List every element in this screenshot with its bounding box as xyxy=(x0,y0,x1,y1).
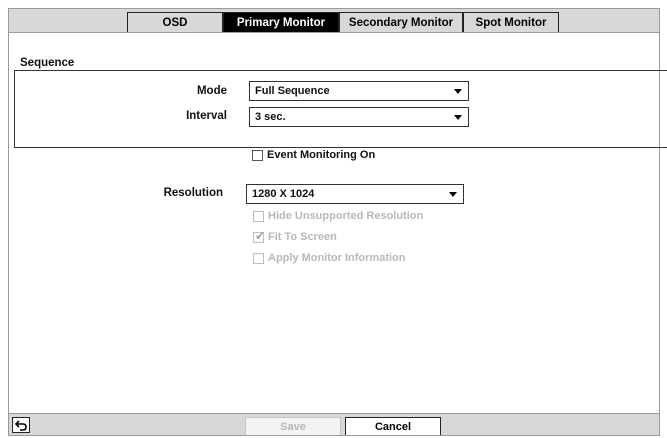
mode-select[interactable]: Full Sequence xyxy=(249,81,469,101)
chevron-down-icon xyxy=(454,115,462,120)
fit-to-screen-label: Fit To Screen xyxy=(268,231,337,243)
mode-select-value: Full Sequence xyxy=(255,85,330,97)
event-monitoring-checkbox[interactable] xyxy=(252,149,263,161)
mode-label: Mode xyxy=(196,85,227,97)
fit-to-screen-row[interactable]: ✔ Fit To Screen xyxy=(253,228,337,243)
interval-select[interactable]: 3 sec. xyxy=(249,107,469,127)
settings-window: OSD Primary Monitor Secondary Monitor Sp… xyxy=(8,8,667,436)
apply-monitor-information-row[interactable]: Apply Monitor Information xyxy=(253,252,405,264)
tab-primary-monitor[interactable]: Primary Monitor xyxy=(223,12,339,32)
checkmark-icon: ✔ xyxy=(255,228,266,243)
apply-monitor-information-label: Apply Monitor Information xyxy=(268,252,406,264)
apply-monitor-information-checkbox[interactable] xyxy=(253,252,264,264)
event-monitoring-label: Event Monitoring On xyxy=(267,149,376,161)
sequence-section-title: Sequence xyxy=(20,57,75,69)
cancel-button[interactable]: Cancel xyxy=(345,417,441,435)
event-monitoring-checkbox-row[interactable]: Event Monitoring On xyxy=(252,149,375,161)
hide-unsupported-resolution-row[interactable]: Hide Unsupported Resolution xyxy=(253,210,423,222)
tab-secondary-monitor[interactable]: Secondary Monitor xyxy=(339,12,463,32)
tab-spot-monitor[interactable]: Spot Monitor xyxy=(463,12,559,32)
resolution-select-value: 1280 X 1024 xyxy=(252,188,315,200)
interval-label: Interval xyxy=(186,110,227,122)
chevron-down-icon xyxy=(449,192,457,197)
back-button[interactable] xyxy=(12,417,30,433)
footer-bar: Save Cancel xyxy=(9,413,659,435)
fit-to-screen-checkbox[interactable]: ✔ xyxy=(253,228,266,243)
save-button[interactable]: Save xyxy=(245,417,341,435)
hide-unsupported-resolution-label: Hide Unsupported Resolution xyxy=(268,210,424,222)
resolution-label: Resolution xyxy=(163,187,223,199)
resolution-select[interactable]: 1280 X 1024 xyxy=(246,184,464,204)
interval-select-value: 3 sec. xyxy=(255,111,286,123)
tab-osd[interactable]: OSD xyxy=(127,12,223,32)
chevron-down-icon xyxy=(454,89,462,94)
tab-bar: OSD Primary Monitor Secondary Monitor Sp… xyxy=(9,9,659,33)
hide-unsupported-resolution-checkbox[interactable] xyxy=(253,210,264,222)
return-arrow-icon xyxy=(15,419,27,431)
